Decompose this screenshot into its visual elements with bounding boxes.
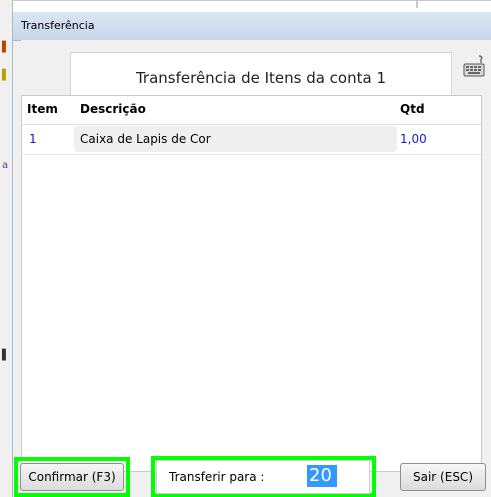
page-title: Transferência de Itens da conta 1 — [135, 69, 387, 87]
transfer-label: Transferir para : — [169, 470, 265, 484]
header-panel: Transferência de Itens da conta 1 — [70, 52, 452, 96]
keyboard-icon[interactable] — [461, 54, 487, 80]
cell-quantity: 1,00 — [400, 132, 427, 146]
cell-description: Caixa de Lapis de Cor — [80, 132, 211, 146]
transfer-destination-input[interactable] — [307, 465, 337, 487]
dialog-content: Transferência de Itens da conta 1 Item D… — [21, 40, 491, 472]
background-fragment: ▌ — [2, 42, 10, 53]
background-fragment: ▌ — [2, 70, 10, 81]
cell-item: 1 — [29, 132, 37, 146]
background-divider — [416, 0, 418, 8]
transfer-dialog: Transferência Transferência de Itens da … — [12, 12, 491, 497]
confirm-button[interactable]: Confirmar (F3) — [20, 463, 124, 491]
column-header-descricao[interactable]: Descrição — [80, 102, 146, 116]
dialog-title: Transferência — [21, 19, 95, 32]
items-table: Item Descrição Qtd 1 Caixa de Lapis de C… — [21, 95, 482, 472]
exit-button[interactable]: Sair (ESC) — [400, 463, 486, 491]
background-fragment: a — [2, 160, 9, 171]
background-divider — [12, 0, 491, 1]
table-header: Item Descrição Qtd — [22, 96, 481, 125]
transfer-field-group: Transferir para : — [156, 460, 370, 494]
column-header-qtd[interactable]: Qtd — [400, 102, 425, 116]
background-fragment: ▌ — [2, 350, 10, 361]
table-row[interactable]: 1 Caixa de Lapis de Cor 1,00 — [22, 125, 481, 155]
dialog-titlebar[interactable]: Transferência — [13, 12, 491, 41]
column-header-item[interactable]: Item — [27, 102, 58, 116]
